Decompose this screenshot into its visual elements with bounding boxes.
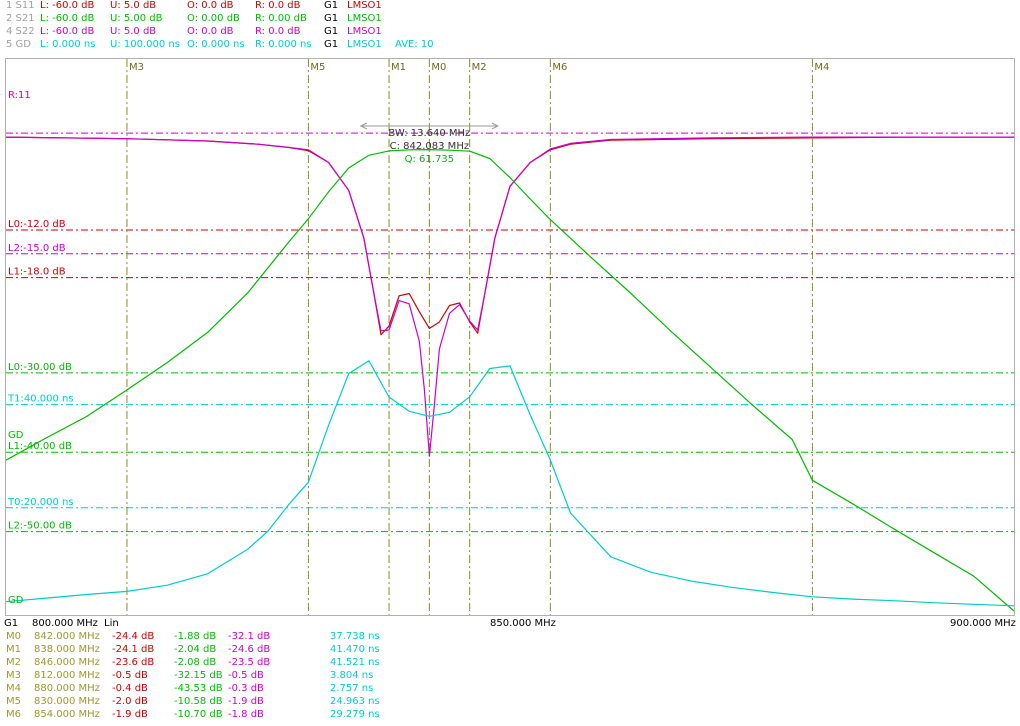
marker-s11: -1.9 dB <box>112 709 148 720</box>
limit-line-label: L2:-15.0 dB <box>8 243 66 254</box>
limit-line-label: T0:20.000 ns <box>7 497 74 508</box>
x-axis-mid: 850.000 MHz <box>490 618 556 629</box>
marker-freq: 838.000 MHz <box>34 644 100 655</box>
marker-readout-panel: G1 800.000 MHz Lin 850.000 MHz 900.000 M… <box>0 616 1020 726</box>
marker-freq: 830.000 MHz <box>34 696 100 707</box>
marker-s21: -2.08 dB <box>174 657 217 668</box>
limit-line-label: T1:40.000 ns <box>7 394 74 405</box>
marker-s22: -0.3 dB <box>228 683 264 694</box>
marker-label: M1 <box>391 62 406 73</box>
trace-2-s21 <box>5 149 1015 612</box>
marker-s21: -10.70 dB <box>174 709 223 720</box>
bandwidth-q: Q: 61.735 <box>405 154 454 165</box>
marker-label: M6 <box>552 62 567 73</box>
marker-s22: -24.6 dB <box>228 644 271 655</box>
marker-gd: 2.757 ns <box>330 683 374 694</box>
x-axis-stop: 900.000 MHz <box>950 618 1016 629</box>
marker-row[interactable]: M6 854.000 MHz -1.9 dB -10.70 dB -1.8 dB 29.2… <box>0 710 1020 723</box>
marker-name: M5 <box>6 696 21 707</box>
marker-s22: -23.5 dB <box>228 657 271 668</box>
marker-row[interactable]: M4 880.000 MHz -0.4 dB -43.53 dB -0.3 dB 2.75… <box>0 684 1020 697</box>
marker-name: M0 <box>6 631 21 642</box>
marker-gd: 24.963 ns <box>330 696 380 707</box>
x-axis-labels: G1 800.000 MHz Lin 850.000 MHz 900.000 M… <box>0 619 1020 631</box>
x-axis-start: 800.000 MHz <box>32 618 98 629</box>
marker-s22: -1.9 dB <box>228 696 264 707</box>
marker-name: M2 <box>6 657 21 668</box>
marker-gd: 3.804 ns <box>330 670 374 681</box>
trace-4-s22 <box>5 136 1014 457</box>
marker-name: M3 <box>6 670 21 681</box>
marker-s11: -24.4 dB <box>112 631 155 642</box>
limit-line-label: L1:-18.0 dB <box>8 267 66 278</box>
marker-row[interactable]: M2 846.000 MHz -23.6 dB -2.08 dB -23.5 dB 41.… <box>0 658 1020 671</box>
marker-label: M0 <box>431 62 446 73</box>
trace-5-gd <box>5 360 1015 607</box>
marker-gd: 41.521 ns <box>330 657 380 668</box>
marker-s21: -2.04 dB <box>174 644 217 655</box>
marker-label: M2 <box>472 62 487 73</box>
marker-freq: 846.000 MHz <box>34 657 100 668</box>
marker-row[interactable]: M3 812.000 MHz -0.5 dB -32.15 dB -0.5 dB 3.80… <box>0 671 1020 684</box>
reference-label: GD <box>8 595 24 606</box>
marker-label: M4 <box>814 62 829 73</box>
x-axis-scale: Lin <box>104 618 119 629</box>
trace-1-s11 <box>5 136 1014 336</box>
marker-s21: -1.88 dB <box>174 631 217 642</box>
marker-gd: 41.470 ns <box>330 644 380 655</box>
marker-s21: -10.58 dB <box>174 696 223 707</box>
marker-s11: -2.0 dB <box>112 696 148 707</box>
sparameter-plot[interactable]: L0:-12.0 dB L2:-15.0 dB L1:-18.0 dB L0:-30.… <box>0 0 1020 616</box>
marker-name: M6 <box>6 709 21 720</box>
limit-lines: L0:-12.0 dB L2:-15.0 dB L1:-18.0 dB L0:-30.… <box>6 132 1014 533</box>
marker-s11: -0.5 dB <box>112 670 148 681</box>
limit-line-label: L1:-40.00 dB <box>8 441 72 452</box>
marker-s11: -24.1 dB <box>112 644 155 655</box>
marker-s11: -0.4 dB <box>112 683 148 694</box>
trace-curves <box>5 136 1015 612</box>
x-axis-channel: G1 <box>4 618 19 629</box>
bandwidth-bw: BW: 13.640 MHz <box>388 128 470 139</box>
marker-s22: -0.5 dB <box>228 670 264 681</box>
marker-gd: 29.279 ns <box>330 709 380 720</box>
marker-freq: 854.000 MHz <box>34 709 100 720</box>
reference-label: GD <box>8 430 24 441</box>
marker-s22: -32.1 dB <box>228 631 271 642</box>
reference-label: R:11 <box>8 90 31 101</box>
limit-line-label: L0:-30.00 dB <box>8 362 72 373</box>
marker-name: M4 <box>6 683 21 694</box>
marker-s22: -1.8 dB <box>228 709 264 720</box>
marker-s11: -23.6 dB <box>112 657 155 668</box>
marker-freq: 880.000 MHz <box>34 683 100 694</box>
marker-row[interactable]: M5 830.000 MHz -2.0 dB -10.58 dB -1.9 dB 24.9… <box>0 697 1020 710</box>
marker-label: M5 <box>310 62 325 73</box>
bandwidth-center: C: 842.083 MHz <box>390 141 469 152</box>
limit-line-label: L2:-50.00 dB <box>8 521 72 532</box>
bandwidth-readout: BW: 13.640 MHz C: 842.083 MHz Q: 61.735 <box>359 122 500 165</box>
limit-line-label: L0:-12.0 dB <box>8 219 66 230</box>
marker-freq: 842.000 MHz <box>34 631 100 642</box>
marker-name: M1 <box>6 644 21 655</box>
marker-s21: -32.15 dB <box>174 670 223 681</box>
marker-s21: -43.53 dB <box>174 683 223 694</box>
marker-label: M3 <box>129 62 144 73</box>
marker-freq: 812.000 MHz <box>34 670 100 681</box>
marker-gd: 37.738 ns <box>330 631 380 642</box>
